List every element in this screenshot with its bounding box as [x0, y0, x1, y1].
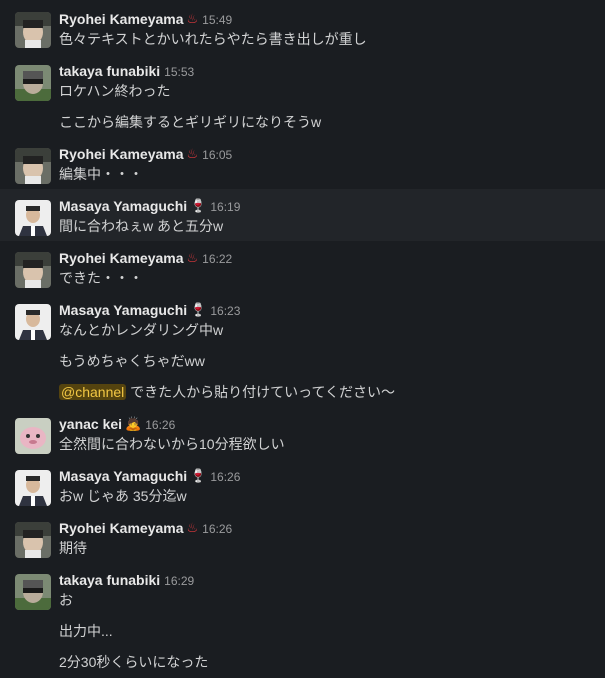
- channel-mention[interactable]: @channel: [59, 384, 127, 400]
- message-group[interactable]: Masaya Yamaguchi 🍷 16:23 なんとかレンダリング中w もうめち…: [0, 293, 605, 407]
- message-text: なんとかレンダリング中w: [59, 322, 224, 338]
- avatar[interactable]: [15, 470, 51, 506]
- timestamp[interactable]: 16:22: [202, 252, 232, 266]
- message-text: お: [59, 592, 73, 608]
- author-name[interactable]: takaya funabiki: [59, 572, 160, 588]
- message-text: @channel できた人から貼り付けていってください〜: [59, 381, 585, 403]
- message-text: 2分30秒くらいになった: [59, 654, 209, 670]
- message-text: できた人から貼り付けていってください〜: [126, 384, 396, 400]
- author-name[interactable]: Ryohei Kameyama: [59, 146, 184, 162]
- avatar[interactable]: [15, 418, 51, 454]
- hot-springs-icon: ♨: [186, 11, 199, 26]
- message-group[interactable]: Ryohei Kameyama ♨ 15:49 色々テキストとかいれたらやたら書き出…: [0, 0, 605, 54]
- message-group[interactable]: Masaya Yamaguchi 🍷 16:26 おw じゃあ 35分迄w: [0, 459, 605, 511]
- timestamp[interactable]: 15:49: [202, 13, 232, 27]
- avatar[interactable]: [15, 200, 51, 236]
- message-text: ロケハン終わった: [59, 83, 171, 99]
- hot-springs-icon: ♨: [186, 146, 199, 161]
- wine-glass-icon: 🍷: [190, 302, 207, 317]
- timestamp[interactable]: 15:53: [164, 65, 194, 79]
- author-name[interactable]: yanac kei: [59, 416, 122, 432]
- message-group[interactable]: Ryohei Kameyama ♨ 16:05 編集中・・・: [0, 137, 605, 189]
- message-group[interactable]: Masaya Yamaguchi 🍷 16:19 間に合わねぇw あと五分w: [0, 189, 605, 241]
- author-name[interactable]: Ryohei Kameyama: [59, 11, 184, 27]
- hot-springs-icon: ♨: [186, 520, 199, 535]
- avatar[interactable]: [15, 574, 51, 610]
- wine-glass-icon: 🍷: [190, 468, 207, 483]
- message-text: 色々テキストとかいれたらやたら書き出しが重し: [59, 31, 367, 47]
- message-text: できた・・・: [59, 270, 143, 286]
- timestamp[interactable]: 16:26: [210, 470, 240, 484]
- timestamp[interactable]: 16:23: [210, 304, 240, 318]
- author-name[interactable]: Masaya Yamaguchi: [59, 198, 187, 214]
- timestamp[interactable]: 16:29: [164, 574, 194, 588]
- avatar[interactable]: [15, 65, 51, 101]
- hot-springs-icon: ♨: [186, 250, 199, 265]
- message-text: 全然間に合わないから10分程欲しい: [59, 436, 285, 452]
- author-name[interactable]: Ryohei Kameyama: [59, 250, 184, 266]
- timestamp[interactable]: 16:19: [210, 200, 240, 214]
- author-name[interactable]: takaya funabiki: [59, 63, 160, 79]
- author-name[interactable]: Ryohei Kameyama: [59, 520, 184, 536]
- message-group[interactable]: takaya funabiki 15:53 ロケハン終わった ここから編集するとギ…: [0, 54, 605, 137]
- avatar[interactable]: [15, 252, 51, 288]
- message-group[interactable]: Ryohei Kameyama ♨ 16:26 期待: [0, 511, 605, 563]
- message-group[interactable]: takaya funabiki 16:29 お 出力中... 2分30秒くらいにな…: [0, 563, 605, 677]
- message-text: 期待: [59, 540, 87, 556]
- avatar[interactable]: [15, 12, 51, 48]
- timestamp[interactable]: 16:26: [202, 522, 232, 536]
- message-group[interactable]: Ryohei Kameyama ♨ 16:22 できた・・・: [0, 241, 605, 293]
- avatar[interactable]: [15, 148, 51, 184]
- bowing-person-icon: 🙇: [125, 416, 142, 431]
- timestamp[interactable]: 16:26: [145, 418, 175, 432]
- author-name[interactable]: Masaya Yamaguchi: [59, 302, 187, 318]
- message-text: 編集中・・・: [59, 166, 143, 182]
- timestamp[interactable]: 16:05: [202, 148, 232, 162]
- message-text: もうめちゃくちゃだww: [59, 353, 205, 369]
- message-group[interactable]: yanac kei 🙇 16:26 全然間に合わないから10分程欲しい: [0, 407, 605, 459]
- message-text: 出力中...: [59, 623, 113, 639]
- message-feed: Ryohei Kameyama ♨ 15:49 色々テキストとかいれたらやたら書き出…: [0, 0, 605, 678]
- message-text: おw じゃあ 35分迄w: [59, 488, 187, 504]
- avatar[interactable]: [15, 522, 51, 558]
- wine-glass-icon: 🍷: [190, 198, 207, 213]
- message-text: ここから編集するとギリギリになりそうw: [59, 114, 322, 130]
- avatar[interactable]: [15, 304, 51, 340]
- author-name[interactable]: Masaya Yamaguchi: [59, 468, 187, 484]
- message-text: 間に合わねぇw あと五分w: [59, 218, 224, 234]
